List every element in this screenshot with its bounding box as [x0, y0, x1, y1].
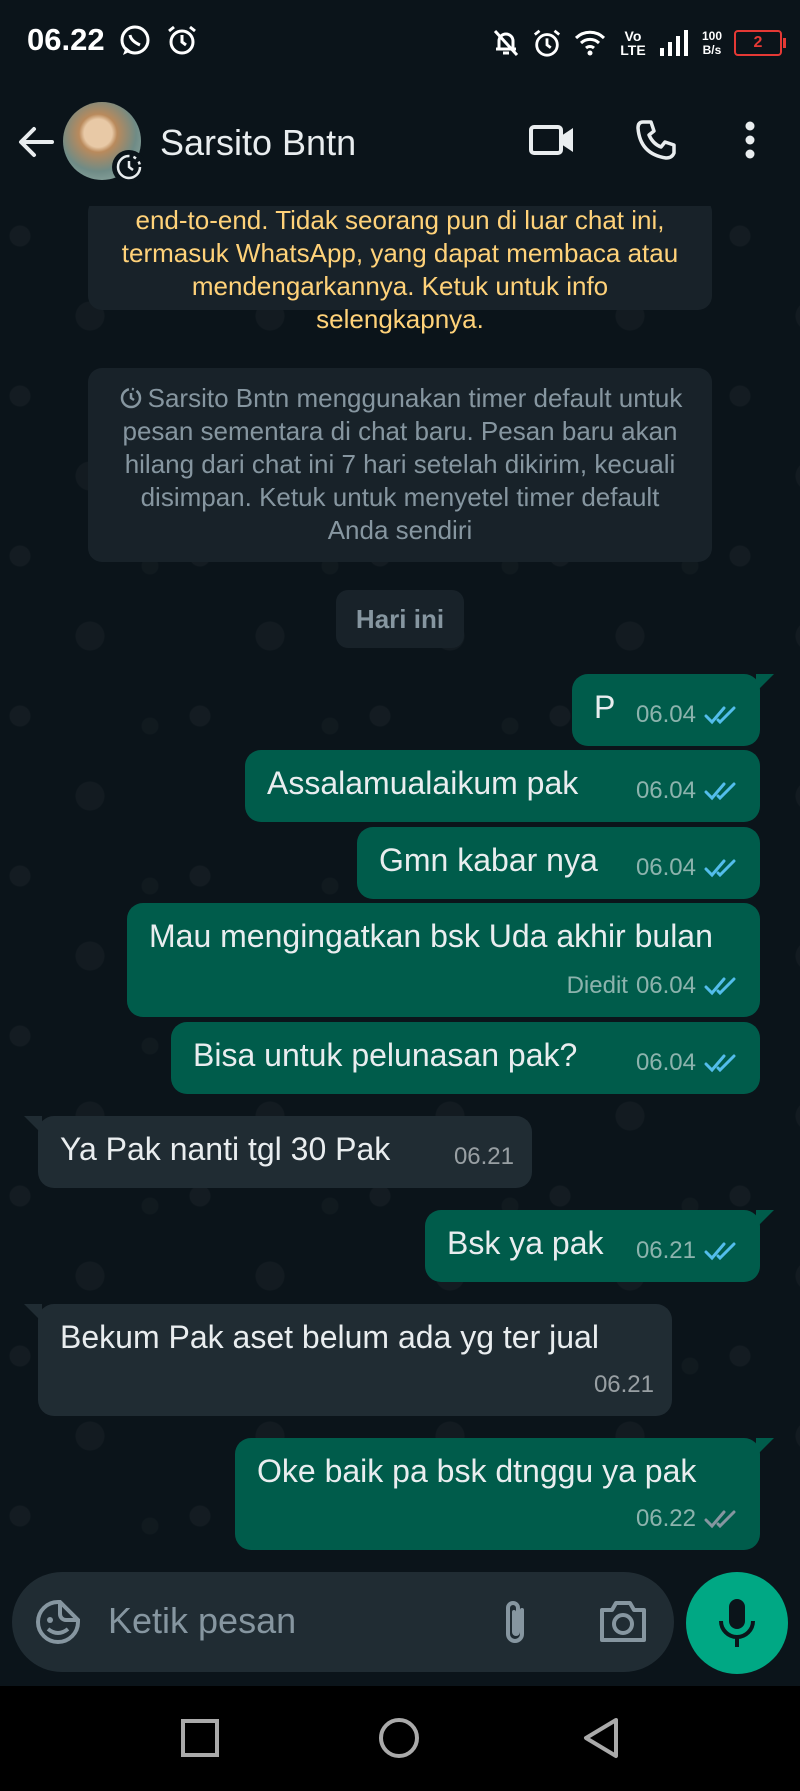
- chat-area[interactable]: end-to-end. Tidak seorang pun di luar ch…: [0, 206, 800, 1571]
- chat-header: Sarsito Bntn: [0, 90, 800, 206]
- message-bubble-incoming[interactable]: Ya Pak nanti tgl 30 Pak 06.21: [24, 1116, 532, 1188]
- timer-icon: [116, 154, 142, 180]
- message-bubble-outgoing[interactable]: Mau mengingatkan bsk Uda akhir bulan Die…: [127, 903, 760, 1017]
- read-receipt-icon: [704, 782, 736, 801]
- message-time: 06.21: [593, 1371, 654, 1398]
- message-bubble-outgoing[interactable]: Bisa untuk pelunasan pak? 06.04: [171, 1022, 760, 1094]
- home-button[interactable]: [377, 1716, 421, 1765]
- status-bar: 06.22 Vo LTE 100 B/s 2: [0, 0, 800, 90]
- message-bubble-incoming[interactable]: Bekum Pak aset belum ada yg ter jual 06.…: [24, 1304, 672, 1416]
- message-bubble-outgoing[interactable]: Oke baik pa bsk dtnggu ya pak 06.22: [235, 1438, 774, 1550]
- edited-label: Diedit: [566, 972, 628, 999]
- message-text: Gmn kabar nya: [379, 842, 598, 878]
- back-button[interactable]: [16, 122, 56, 167]
- message-text: Assalamualaikum pak: [267, 765, 579, 801]
- bubble-tail: [24, 1116, 42, 1134]
- status-left-icons: [118, 24, 198, 58]
- bubble-tail: [756, 1438, 774, 1456]
- message-meta: 06.21: [454, 1136, 514, 1178]
- triangle-back-icon: [584, 1718, 618, 1758]
- message-meta: 06.04: [636, 770, 742, 812]
- message-meta: 06.21: [594, 1364, 654, 1406]
- message-time: 06.04: [635, 777, 696, 804]
- message-meta: 06.21: [636, 1230, 742, 1272]
- bubble-tail: [756, 1210, 774, 1228]
- circle-icon: [379, 1718, 419, 1758]
- timer-notice-text: Sarsito Bntn menggunakan timer default u…: [122, 383, 683, 545]
- alarm-status-icon: [533, 29, 561, 57]
- message-time: 06.04: [635, 701, 696, 728]
- message-meta: 06.22: [636, 1498, 742, 1540]
- message-text: Bekum Pak aset belum ada yg ter jual: [60, 1319, 599, 1355]
- message-meta: 06.04: [636, 1042, 742, 1084]
- net-speed-value: 100: [701, 29, 722, 43]
- disappearing-timer-badge: [112, 150, 146, 184]
- message-bubble-outgoing[interactable]: Bsk ya pak 06.21: [425, 1210, 774, 1282]
- paperclip-icon: [506, 1601, 524, 1643]
- whatsapp-notification-icon: [120, 25, 150, 55]
- sticker-button[interactable]: [34, 1598, 82, 1651]
- read-receipt-icon: [704, 859, 736, 878]
- recent-apps-button[interactable]: [180, 1718, 220, 1763]
- attach-button[interactable]: [498, 1596, 532, 1653]
- message-time: 06.04: [635, 1049, 696, 1076]
- microphone-icon: [719, 1599, 755, 1647]
- net-speed-unit: B/s: [702, 43, 722, 57]
- signal-icon: [659, 30, 688, 56]
- camera-icon: [600, 1601, 646, 1642]
- message-meta: 06.04: [636, 694, 742, 736]
- volte-indicator: Vo LTE: [620, 28, 646, 58]
- encryption-notice[interactable]: end-to-end. Tidak seorang pun di luar ch…: [88, 206, 712, 334]
- system-navigation-bar: [0, 1686, 800, 1791]
- camera-button[interactable]: [598, 1598, 648, 1649]
- message-meta: Diedit 06.04: [567, 965, 742, 1007]
- date-divider: Hari ini: [336, 590, 464, 648]
- read-receipt-icon: [704, 1242, 736, 1261]
- status-time: 06.22: [27, 22, 105, 57]
- read-receipt-icon: [704, 1054, 736, 1073]
- disappearing-messages-notice[interactable]: Sarsito Bntn menggunakan timer default u…: [88, 368, 712, 562]
- message-input[interactable]: Ketik pesan: [108, 1600, 296, 1642]
- message-text: P: [594, 689, 616, 725]
- message-text: Bisa untuk pelunasan pak?: [193, 1037, 578, 1073]
- mute-notifications-icon: [493, 29, 519, 57]
- battery-icon: 2: [734, 30, 786, 56]
- square-icon: [181, 1719, 219, 1757]
- message-time: 06.04: [635, 854, 696, 881]
- delivered-receipt-icon: [704, 1510, 736, 1529]
- arrow-left-icon: [19, 127, 54, 157]
- message-meta: 06.04: [636, 847, 742, 889]
- message-text: Mau mengingatkan bsk Uda akhir bulan: [149, 918, 713, 954]
- video-call-button[interactable]: [528, 118, 576, 167]
- read-receipt-icon: [704, 977, 736, 996]
- message-composer: Ketik pesan: [12, 1572, 674, 1672]
- message-text: Oke baik pa bsk dtnggu ya pak: [257, 1453, 697, 1489]
- more-vert-icon: [745, 121, 755, 159]
- wifi-icon: [574, 30, 606, 56]
- voice-call-button[interactable]: [634, 118, 678, 167]
- read-receipt-icon: [704, 706, 736, 725]
- bubble-tail: [756, 674, 774, 692]
- message-time: 06.21: [635, 1237, 696, 1264]
- contact-name[interactable]: Sarsito Bntn: [160, 122, 356, 164]
- more-options-button[interactable]: [738, 118, 762, 167]
- status-right-icons: Vo LTE 100 B/s 2: [492, 18, 800, 68]
- network-speed: 100 B/s: [702, 29, 722, 57]
- alarm-icon: [168, 25, 196, 55]
- message-time: 06.04: [635, 972, 696, 999]
- bubble-tail: [24, 1304, 42, 1322]
- message-bubble-outgoing[interactable]: Assalamualaikum pak 06.04: [245, 750, 760, 822]
- video-camera-icon: [529, 125, 573, 155]
- sticker-icon: [36, 1600, 80, 1644]
- message-bubble-outgoing[interactable]: Gmn kabar nya 06.04: [357, 827, 760, 899]
- back-nav-button[interactable]: [580, 1716, 620, 1765]
- message-bubble-outgoing[interactable]: P 06.04: [572, 674, 774, 746]
- voice-message-button[interactable]: [686, 1572, 788, 1674]
- message-text: Ya Pak nanti tgl 30 Pak: [60, 1131, 391, 1167]
- message-time: 06.21: [453, 1143, 514, 1170]
- phone-icon: [636, 120, 676, 160]
- message-text: Bsk ya pak: [447, 1225, 604, 1261]
- message-time: 06.22: [635, 1505, 696, 1532]
- timer-icon: [120, 387, 141, 409]
